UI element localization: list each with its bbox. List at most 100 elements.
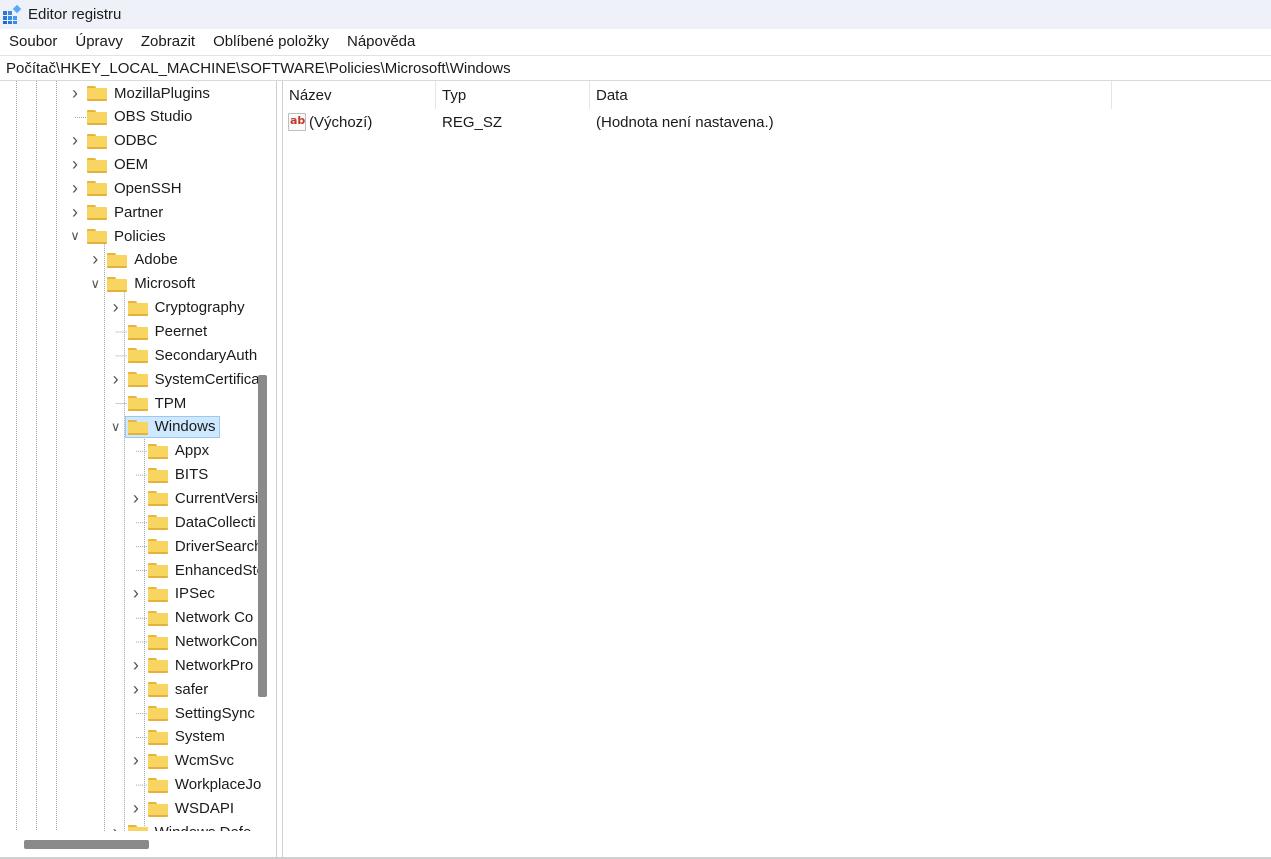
tree-node-item[interactable]: ODBC (84, 130, 162, 152)
menu-help[interactable]: Nápověda (338, 33, 424, 50)
tree-node-label: safer (174, 680, 209, 698)
tree-node-item[interactable]: WorkplaceJo (145, 774, 266, 796)
folder-icon (147, 538, 168, 555)
tree-node-label: OEM (114, 156, 149, 174)
tree-node-label: System (174, 728, 225, 746)
column-separator[interactable] (435, 81, 436, 109)
tree-node-item[interactable]: DataCollecti (145, 511, 261, 533)
tree-node-item[interactable]: Partner (84, 201, 168, 223)
tree-node-item[interactable]: MozillaPlugins (84, 82, 215, 104)
chevron-right-icon[interactable]: › (88, 249, 102, 271)
folder-icon (147, 610, 168, 626)
column-separator[interactable] (589, 81, 590, 109)
folder-icon (87, 157, 107, 173)
tree-node-item[interactable]: WcmSvc (145, 750, 239, 772)
value-row[interactable]: ab (Výchozí) REG_SZ (Hodnota není nastav… (283, 110, 1263, 134)
folder-icon (147, 562, 168, 578)
column-header-name[interactable]: Název (289, 81, 332, 109)
value-type: REG_SZ (442, 113, 503, 131)
tree-node-item[interactable]: TPM (125, 392, 192, 414)
tree-node-item[interactable]: SecondaryAuth (125, 344, 263, 366)
chevron-right-icon[interactable]: › (68, 130, 82, 152)
tree-node-item[interactable]: safer (145, 678, 213, 700)
chevron-down-icon[interactable]: ∨ (68, 225, 82, 247)
menu-view[interactable]: Zobrazit (132, 33, 204, 50)
chevron-right-icon[interactable]: › (109, 368, 123, 390)
folder-icon (147, 657, 168, 674)
folder-icon (127, 395, 148, 412)
values-list-pane[interactable]: Název Typ Data ab (Výchozí) REG_SZ (Hodn… (282, 81, 1271, 857)
tree-node-item[interactable]: IPSec (145, 583, 220, 605)
tree-node-item[interactable]: CurrentVersi (145, 487, 263, 509)
tree-node-label: NetworkPro (174, 656, 254, 674)
folder-icon (127, 371, 148, 388)
tree-node-item[interactable]: Network Co (145, 607, 258, 629)
menu-edit[interactable]: Úpravy (66, 33, 132, 50)
chevron-right-icon[interactable]: › (68, 154, 82, 176)
tree-node-item[interactable]: Adobe (104, 249, 182, 271)
tree-node-item[interactable]: EnhancedSto (145, 559, 270, 581)
tree-node-label: DriverSearch (174, 537, 263, 555)
tree-node-label: DataCollecti (174, 513, 256, 531)
chevron-right-icon[interactable]: › (68, 177, 82, 199)
folder-icon (147, 467, 168, 483)
tree-node-label: Microsoft (134, 275, 196, 293)
tree-node-item[interactable]: OBS Studio (84, 106, 197, 128)
tree-node-item[interactable]: OEM (84, 154, 153, 176)
tree-node-item[interactable]: Windows (124, 415, 221, 438)
chevron-down-icon[interactable]: ∨ (109, 416, 123, 438)
chevron-right-icon[interactable]: › (129, 583, 143, 605)
tree-node-item[interactable]: OpenSSH (84, 177, 187, 199)
chevron-right-icon[interactable]: › (129, 487, 143, 509)
tree-node-item[interactable]: WSDAPI (145, 798, 239, 820)
folder-icon (127, 419, 148, 435)
chevron-right-icon[interactable]: › (129, 678, 143, 700)
address-path[interactable]: Počítač\HKEY_LOCAL_MACHINE\SOFTWARE\Poli… (0, 60, 511, 77)
address-bar[interactable]: Počítač\HKEY_LOCAL_MACHINE\SOFTWARE\Poli… (0, 55, 1271, 81)
tree-node-item[interactable]: NetworkPro (145, 654, 258, 676)
chevron-right-icon[interactable]: › (68, 82, 82, 104)
folder-icon (127, 324, 148, 340)
tree-node-item[interactable]: System (145, 726, 230, 748)
tree-node-item[interactable]: SettingSync (145, 702, 260, 724)
chevron-right-icon[interactable]: › (129, 654, 143, 676)
tree-vertical-scrollbar[interactable] (258, 375, 267, 697)
tree-node-item[interactable]: SystemCertifica (125, 368, 265, 390)
registry-editor-icon (2, 4, 22, 25)
tree-node-item[interactable]: Appx (145, 440, 214, 462)
chevron-right-icon[interactable]: › (68, 201, 82, 223)
column-separator[interactable] (1111, 81, 1112, 109)
tree-node-item[interactable]: NetworkCon (145, 631, 263, 653)
folder-icon (147, 490, 168, 507)
folder-icon (87, 133, 107, 149)
folder-icon (147, 634, 168, 650)
value-data: (Hodnota není nastavena.) (596, 113, 774, 131)
tree-node-item[interactable]: BITS (145, 464, 213, 486)
tree-node-label: Cryptography (154, 299, 245, 317)
tree-node-label: BITS (174, 466, 209, 484)
tree-node-label: Windows (154, 418, 216, 436)
tree-node-label: Appx (174, 442, 210, 460)
column-header-type[interactable]: Typ (442, 81, 466, 109)
folder-icon (147, 777, 168, 793)
menu-favorites[interactable]: Oblíbené položky (204, 33, 338, 50)
folder-icon (87, 204, 107, 221)
tree-node-label: OBS Studio (114, 108, 193, 126)
menu-file[interactable]: Soubor (0, 33, 66, 50)
chevron-right-icon[interactable]: › (129, 750, 143, 772)
tree-node-label: OpenSSH (114, 179, 182, 197)
key-tree-pane[interactable]: › MozillaPlugins OBS Studio › ODBC › OEM › OpenS… (0, 81, 277, 857)
tree-node-item[interactable]: Microsoft (104, 273, 200, 295)
tree-node-item[interactable]: Cryptography (125, 297, 250, 319)
tree-node-item[interactable]: Policies (84, 225, 171, 247)
tree-node-label: NetworkCon (174, 633, 258, 651)
menu-bar: Soubor Úpravy Zobrazit Oblíbené položky … (0, 29, 1271, 53)
column-header-data[interactable]: Data (596, 81, 628, 109)
chevron-right-icon[interactable]: › (109, 297, 123, 319)
tree-node-item[interactable]: Peernet (125, 321, 213, 343)
tree-horizontal-scrollbar[interactable] (24, 840, 149, 849)
chevron-right-icon[interactable]: › (129, 798, 143, 820)
chevron-down-icon[interactable]: ∨ (88, 273, 102, 295)
tree-node-item[interactable]: DriverSearch (145, 535, 268, 557)
tree-node-label: IPSec (174, 585, 215, 603)
